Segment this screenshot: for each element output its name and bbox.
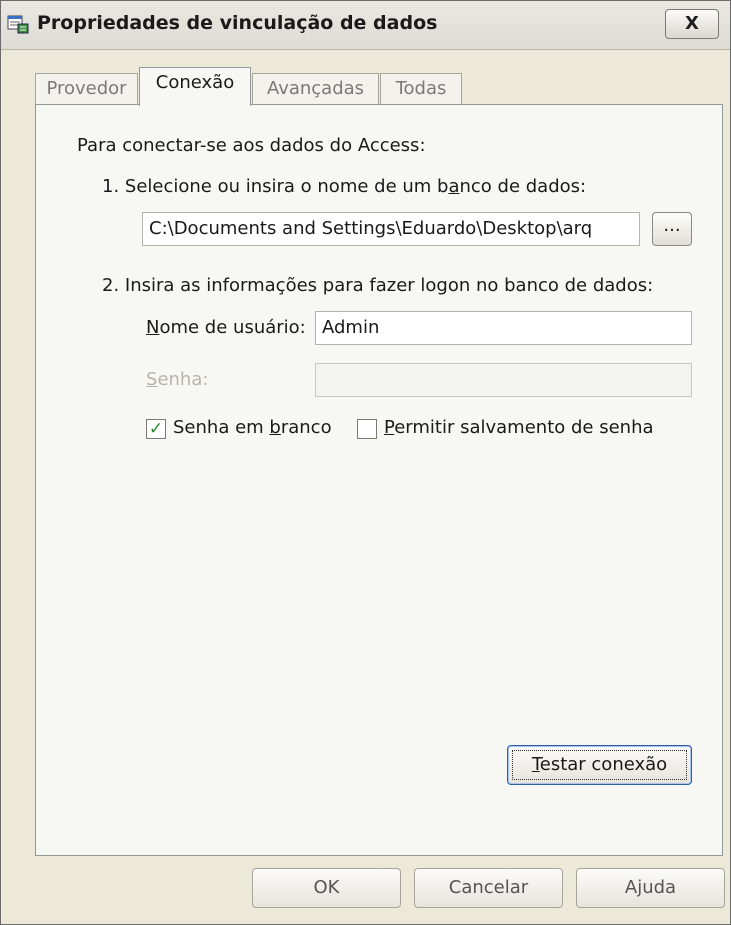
step2-label: 2. Insira as informações para fazer logo…	[102, 275, 654, 296]
ok-button[interactable]: OK	[252, 868, 401, 908]
tab-conexao[interactable]: Conexão	[139, 67, 251, 106]
username-input[interactable]: Admin	[315, 311, 692, 345]
data-link-icon	[7, 15, 29, 34]
cancel-button[interactable]: Cancelar	[414, 868, 563, 908]
allow-save-password-checkbox[interactable]	[357, 419, 377, 439]
title-bar[interactable]: Propriedades de vinculação de dados X	[1, 1, 730, 50]
step1-label: 1. Selecione ou insira o nome de um banc…	[102, 176, 587, 197]
help-button[interactable]: Ajuda	[576, 868, 725, 908]
check-icon: ✓	[148, 419, 164, 439]
dialog-window: Propriedades de vinculação de dados X Pr…	[0, 0, 731, 925]
close-button[interactable]: X	[665, 9, 719, 39]
window-title: Propriedades de vinculação de dados	[37, 12, 438, 34]
tab-provedor[interactable]: Provedor	[35, 73, 138, 105]
allow-save-password-label[interactable]: Permitir salvamento de senha	[384, 417, 654, 438]
focus-ring	[512, 750, 687, 780]
tab-todas[interactable]: Todas	[380, 73, 462, 105]
browse-button[interactable]: ...	[652, 212, 692, 246]
test-connection-button[interactable]: Testar conexão	[507, 745, 692, 785]
database-path-input[interactable]: C:\Documents and Settings\Eduardo\Deskto…	[142, 212, 640, 246]
username-label: Nome de usuário:	[146, 317, 306, 338]
blank-password-label[interactable]: Senha em branco	[173, 417, 332, 438]
tab-avancadas[interactable]: Avançadas	[252, 73, 379, 105]
password-input[interactable]	[315, 363, 692, 397]
password-label: Senha:	[146, 369, 209, 390]
blank-password-checkbox[interactable]: ✓	[146, 419, 166, 439]
close-icon: X	[685, 13, 699, 34]
intro-label: Para conectar-se aos dados do Access:	[77, 135, 426, 156]
